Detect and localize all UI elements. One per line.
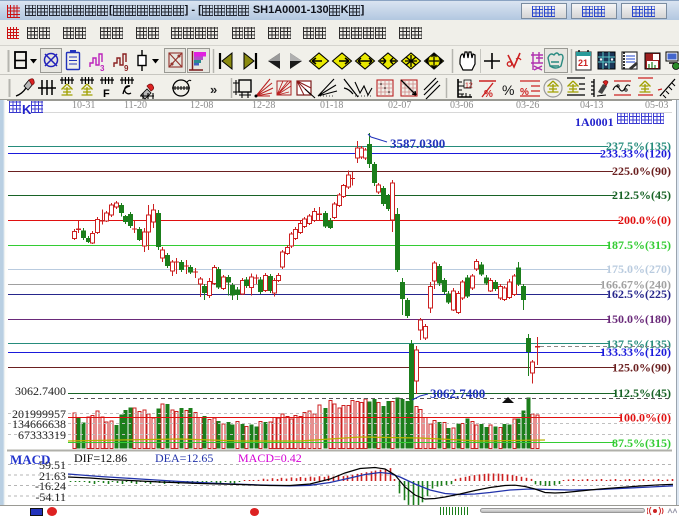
svg-text:150.0%(180): 150.0%(180) <box>606 312 671 326</box>
svg-text:162.5%(225): 162.5%(225) <box>606 287 671 301</box>
svg-text:187.5%(315): 187.5%(315) <box>606 238 671 252</box>
svg-text:87.5%(315): 87.5%(315) <box>612 436 671 450</box>
svg-text:03-26: 03-26 <box>516 100 539 111</box>
svg-text:125.0%(90): 125.0%(90) <box>612 361 671 375</box>
svg-text:175.0%(270): 175.0%(270) <box>606 262 671 276</box>
svg-text:3587.0300: 3587.0300 <box>390 136 445 151</box>
svg-text:12-08: 12-08 <box>190 100 213 111</box>
svg-text:04-13: 04-13 <box>580 100 603 111</box>
svg-text:10-31: 10-31 <box>72 100 95 111</box>
svg-text:212.5%(45): 212.5%(45) <box>612 188 671 202</box>
svg-text:MACD=0.42: MACD=0.42 <box>238 451 302 465</box>
svg-text:225.0%(90): 225.0%(90) <box>612 164 671 178</box>
svg-text:03-06: 03-06 <box>450 100 473 111</box>
svg-text:3062.7400: 3062.7400 <box>15 384 66 398</box>
svg-text:100.0%(0): 100.0%(0) <box>618 411 671 425</box>
svg-text:DIF=12.86: DIF=12.86 <box>74 451 127 465</box>
svg-text:05-03: 05-03 <box>645 100 668 111</box>
svg-text:200.0%(0): 200.0%(0) <box>618 213 671 227</box>
svg-text:133.33%(120): 133.33%(120) <box>600 345 671 359</box>
svg-text:-54.11: -54.11 <box>35 490 66 504</box>
svg-text:3062.7400: 3062.7400 <box>430 386 485 401</box>
svg-text:12-28: 12-28 <box>252 100 275 111</box>
svg-text:233.33%(120): 233.33%(120) <box>600 147 671 161</box>
svg-text:DEA=12.65: DEA=12.65 <box>155 451 213 465</box>
svg-text:67333319: 67333319 <box>18 428 66 442</box>
svg-text:01-18: 01-18 <box>320 100 343 111</box>
svg-text:11-20: 11-20 <box>124 100 147 111</box>
svg-text:02-07: 02-07 <box>388 100 411 111</box>
svg-text:112.5%(45): 112.5%(45) <box>613 386 671 400</box>
